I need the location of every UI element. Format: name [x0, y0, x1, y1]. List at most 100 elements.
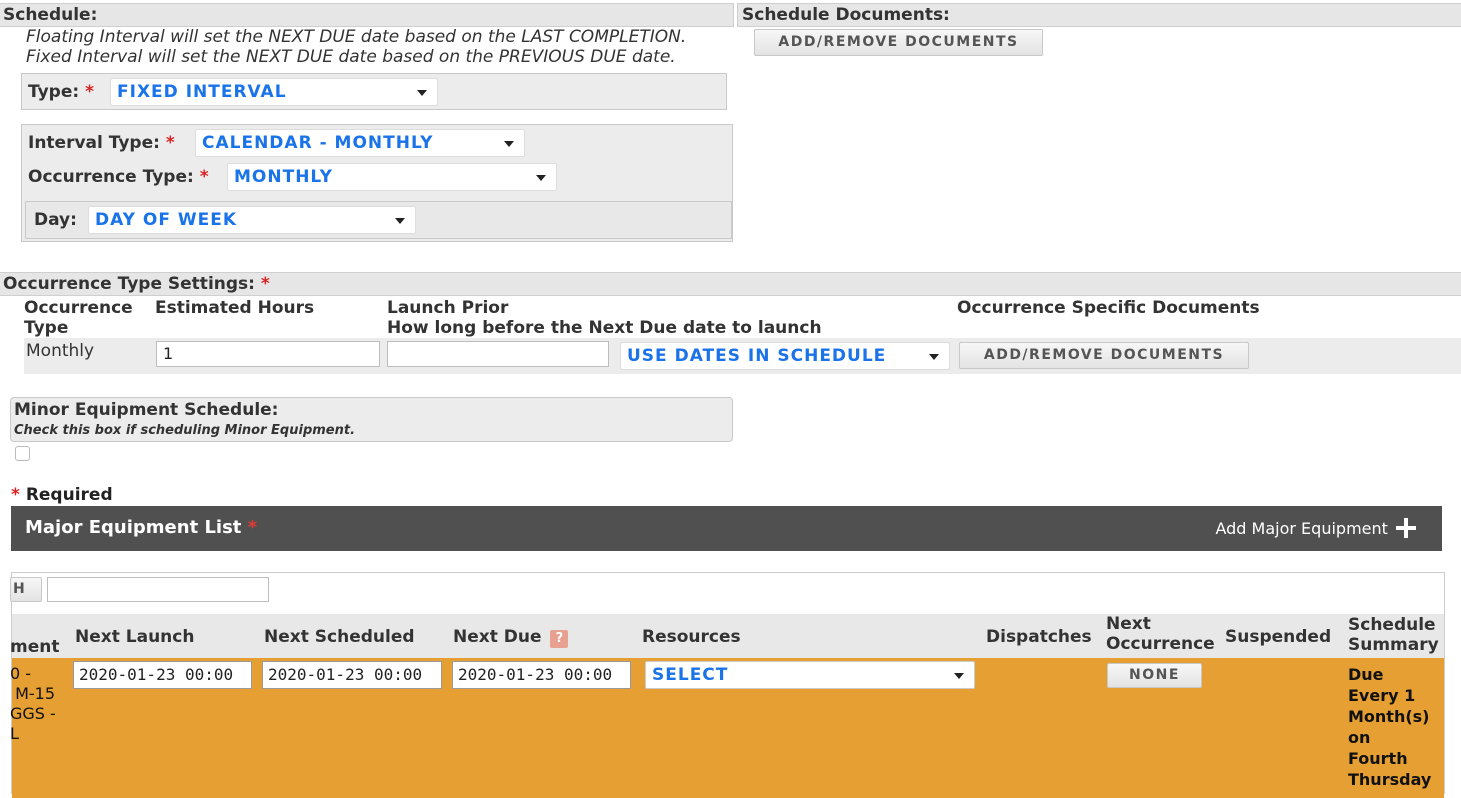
- occurrence-type-label: Occurrence Type: *: [28, 167, 209, 187]
- day-panel: Day: DAY OF WEEK: [25, 201, 732, 239]
- required-asterisk: *: [199, 167, 209, 187]
- type-panel: Type: * FIXED INTERVAL: [21, 73, 727, 110]
- col-schedule-summary-line1: Schedule: [1348, 615, 1436, 635]
- schedule-summary: Due Every 1 Month(s) on Fourth Thursday: [1348, 664, 1431, 790]
- plus-icon: [1396, 518, 1416, 538]
- col-next-occurrence-line2: Occurrence: [1106, 634, 1215, 654]
- day-select[interactable]: DAY OF WEEK: [88, 206, 416, 234]
- minor-equipment-panel: Minor Equipment Schedule: Check this box…: [10, 397, 733, 442]
- schedule-note-fixed: Fixed Interval will set the NEXT DUE dat…: [26, 47, 676, 67]
- search-input[interactable]: [47, 577, 269, 602]
- equipment-name-line2: M-15: [10, 684, 56, 703]
- estimated-hours-input[interactable]: 1: [156, 341, 380, 367]
- schedule-header-label: Schedule:: [3, 5, 98, 25]
- required-asterisk: *: [85, 82, 94, 102]
- resources-select[interactable]: SELECT: [645, 661, 975, 689]
- schedule-summary-line1: Due: [1348, 665, 1384, 684]
- required-note-text: Required: [25, 485, 113, 505]
- col-next-launch[interactable]: Next Launch: [75, 627, 194, 647]
- col-next-due[interactable]: Next Due ?: [453, 627, 569, 648]
- type-select-value: FIXED INTERVAL: [117, 82, 287, 102]
- required-asterisk: *: [11, 485, 20, 505]
- type-label: Type: *: [28, 82, 94, 102]
- col-dispatches[interactable]: Dispatches: [986, 627, 1092, 647]
- minor-equipment-hint: Check this box if scheduling Minor Equip…: [14, 423, 356, 438]
- occurrence-type-label-text: Occurrence Type:: [28, 167, 194, 187]
- help-icon[interactable]: ?: [550, 630, 569, 648]
- occurrence-settings-header: Occurrence Type Settings: *: [0, 272, 1461, 296]
- col-occurrence-type-line1: Occurrence: [24, 298, 133, 318]
- minor-equipment-checkbox[interactable]: [15, 446, 30, 461]
- equipment-name-line1: 0 -: [10, 664, 32, 683]
- occurrence-type-select-value: MONTHLY: [234, 167, 333, 187]
- interval-type-select[interactable]: CALENDAR - MONTHLY: [195, 129, 525, 157]
- schedule-documents-label: Schedule Documents:: [742, 5, 950, 25]
- col-launch-prior-line2: How long before the Next Due date to lau…: [387, 318, 822, 338]
- resources-select-value: SELECT: [652, 665, 729, 685]
- occurrence-settings-label: Occurrence Type Settings:: [3, 274, 255, 294]
- schedule-note-floating: Floating Interval will set the NEXT DUE …: [26, 27, 687, 47]
- col-suspended[interactable]: Suspended: [1225, 627, 1331, 647]
- col-launch-prior: Launch Prior How long before the Next Du…: [387, 298, 822, 338]
- launch-prior-input[interactable]: [387, 341, 609, 367]
- table-header-row: ment Next Launch Next Scheduled Next Due…: [10, 614, 1444, 659]
- col-next-occurrence-line1: Next: [1106, 614, 1151, 634]
- schedule-summary-line2: Every 1: [1348, 686, 1416, 705]
- col-launch-prior-line1: Launch Prior: [387, 298, 509, 318]
- col-next-due-label: Next Due: [453, 627, 542, 647]
- interval-type-label: Interval Type: *: [28, 133, 175, 153]
- chevron-down-icon: [395, 218, 405, 224]
- schedule-summary-line5: Fourth: [1348, 749, 1408, 768]
- type-select[interactable]: FIXED INTERVAL: [110, 78, 438, 106]
- schedule-header: Schedule:: [0, 3, 734, 27]
- col-occurrence-type-line2: Type: [24, 318, 69, 338]
- minor-equipment-header: Minor Equipment Schedule:: [14, 400, 279, 420]
- table-row[interactable]: 0 - M-15 GGS - L 2020-01-23 00:00 2020-0…: [10, 658, 1444, 798]
- chevron-down-icon: [536, 175, 546, 181]
- occurrence-row-type: Monthly: [26, 341, 95, 361]
- equipment-name: 0 - M-15 GGS - L: [10, 664, 56, 744]
- col-occurrence-type: Occurrence Type: [24, 298, 133, 338]
- next-due-input[interactable]: 2020-01-23 00:00: [452, 661, 631, 689]
- schedule-summary-line6: Thursday: [1348, 770, 1432, 789]
- col-resources[interactable]: Resources: [642, 627, 741, 647]
- occurrence-row: Monthly 1 USE DATES IN SCHEDULE ADD/REMO…: [24, 338, 1461, 374]
- required-note: * Required: [11, 485, 113, 505]
- search-button[interactable]: H: [10, 577, 42, 602]
- schedule-documents-header: Schedule Documents:: [737, 3, 1461, 27]
- required-asterisk: *: [260, 274, 270, 294]
- schedule-summary-line3: Month(s): [1348, 707, 1430, 726]
- col-next-scheduled[interactable]: Next Scheduled: [264, 627, 415, 647]
- occurrence-add-remove-documents-button[interactable]: ADD/REMOVE DOCUMENTS: [959, 342, 1249, 369]
- schedule-add-remove-documents-button[interactable]: ADD/REMOVE DOCUMENTS: [754, 29, 1043, 56]
- col-occurrence-docs: Occurrence Specific Documents: [957, 298, 1260, 318]
- next-occurrence-button[interactable]: NONE: [1107, 663, 1202, 688]
- col-schedule-summary[interactable]: Schedule Summary: [1348, 615, 1439, 655]
- chevron-down-icon: [929, 354, 939, 360]
- launch-prior-unit-value: USE DATES IN SCHEDULE: [627, 346, 887, 366]
- interval-type-label-text: Interval Type:: [28, 133, 160, 153]
- required-asterisk: *: [165, 133, 175, 153]
- required-asterisk: *: [247, 517, 258, 538]
- major-equipment-title: Major Equipment List *: [25, 517, 257, 538]
- chevron-down-icon: [954, 673, 964, 679]
- col-equipment: ment: [10, 637, 60, 657]
- col-next-occurrence[interactable]: Next Occurrence: [1106, 614, 1215, 654]
- chevron-down-icon: [504, 141, 514, 147]
- chevron-down-icon: [417, 90, 427, 96]
- next-scheduled-input[interactable]: 2020-01-23 00:00: [262, 661, 442, 689]
- col-schedule-summary-line2: Summary: [1348, 635, 1439, 655]
- add-major-equipment-label: Add Major Equipment: [1215, 519, 1388, 538]
- day-select-value: DAY OF WEEK: [95, 210, 238, 230]
- major-equipment-header: Major Equipment List * Add Major Equipme…: [11, 506, 1442, 551]
- equipment-name-line4: L: [10, 724, 19, 743]
- equipment-name-line3: GGS -: [10, 704, 56, 723]
- interval-panel: Interval Type: * CALENDAR - MONTHLY Occu…: [21, 124, 733, 242]
- launch-prior-unit-select[interactable]: USE DATES IN SCHEDULE: [620, 342, 950, 370]
- type-label-text: Type:: [28, 82, 80, 102]
- major-equipment-title-text: Major Equipment List: [25, 517, 242, 538]
- add-major-equipment-button[interactable]: Add Major Equipment: [1215, 518, 1416, 538]
- next-launch-input[interactable]: 2020-01-23 00:00: [73, 661, 252, 689]
- day-label: Day:: [34, 210, 77, 230]
- occurrence-type-select[interactable]: MONTHLY: [227, 163, 557, 191]
